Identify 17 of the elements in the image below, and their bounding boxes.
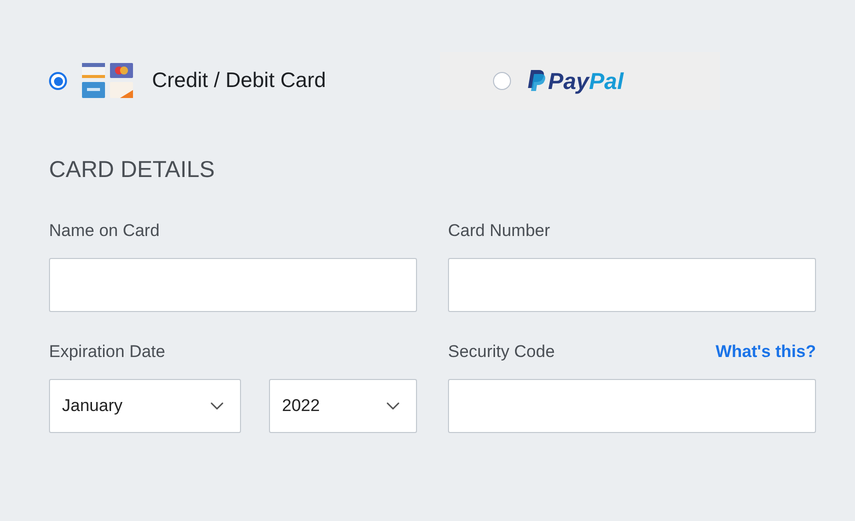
dropdown-field[interactable]: January — [49, 379, 241, 433]
radio-button[interactable] — [49, 72, 67, 90]
section-title: CARD DETAILS — [49, 158, 216, 181]
field-label: Security Code — [448, 340, 555, 362]
payment-option-label[interactable]: Credit / Debit Card — [152, 65, 326, 97]
radio-button[interactable] — [493, 72, 511, 90]
paypal-logo: PayPal — [548, 70, 624, 92]
dropdown-field[interactable]: 2022 — [269, 379, 417, 433]
whats-this-link[interactable]: What's this? — [716, 338, 816, 364]
field-label: Name on Card — [49, 220, 160, 242]
input-field[interactable] — [49, 258, 417, 312]
paypal-icon — [528, 70, 546, 92]
input-field[interactable] — [448, 379, 816, 433]
field-label: Card Number — [448, 220, 550, 242]
card-logos-icon — [82, 63, 134, 99]
field-label: Expiration Date — [49, 340, 166, 362]
input-field[interactable] — [448, 258, 816, 312]
